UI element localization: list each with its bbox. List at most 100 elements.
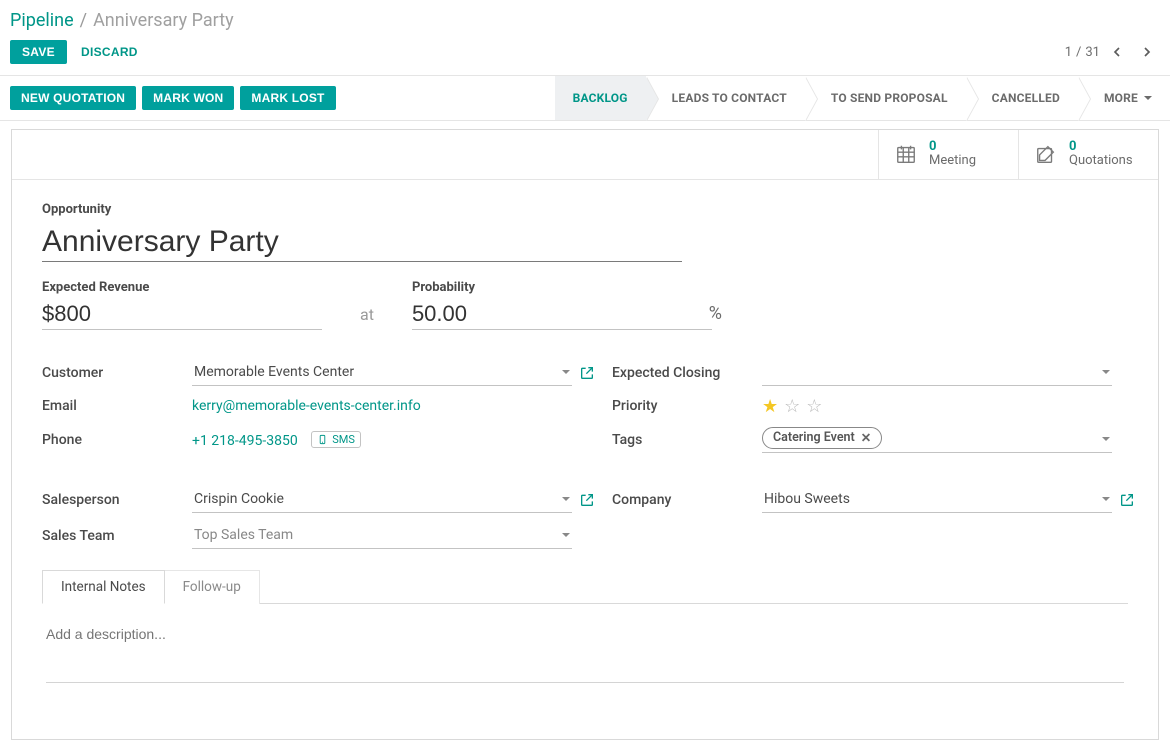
opportunity-name-input[interactable] xyxy=(42,221,682,262)
pager-next-button[interactable] xyxy=(1134,39,1160,65)
pager-position: 1 xyxy=(1065,45,1072,60)
stat-quotations-button[interactable]: 0 Quotations xyxy=(1018,130,1158,179)
expected-revenue-input[interactable] xyxy=(42,299,322,330)
stage-cancelled[interactable]: CANCELLED xyxy=(966,76,1078,120)
probability-label: Probability xyxy=(412,280,722,295)
stat-meeting-count: 0 xyxy=(929,140,976,154)
revenue-probability-row: Expected Revenue at Probability % xyxy=(42,280,1128,330)
tag-chip: Catering Event ✕ xyxy=(762,427,882,449)
company-open-link[interactable] xyxy=(1112,492,1142,508)
breadcrumb-current: Anniversary Party xyxy=(93,10,234,31)
stage-more-button[interactable]: MORE xyxy=(1078,76,1170,120)
priority-star-1[interactable]: ★ xyxy=(762,396,778,417)
tags-input[interactable]: Catering Event ✕ xyxy=(762,427,1112,453)
sheet-wrap: 0 Meeting 0 Quotations Opportunity xyxy=(0,121,1170,748)
expected-closing-input[interactable] xyxy=(762,360,1112,386)
customer-input[interactable] xyxy=(192,360,572,386)
stage-leads-to-contact[interactable]: LEADS TO CONTACT xyxy=(646,76,805,120)
control-bar: SAVE DISCARD 1 / 31 xyxy=(0,35,1170,76)
expected-closing-input-text[interactable] xyxy=(762,363,1112,381)
calendar-icon xyxy=(895,143,917,165)
action-buttons: NEW QUOTATION MARK WON MARK LOST xyxy=(0,76,555,120)
mobile-icon xyxy=(317,434,328,445)
breadcrumb: Pipeline / Anniversary Party xyxy=(0,0,1170,35)
company-input-text[interactable] xyxy=(762,490,1112,508)
salesperson-label: Salesperson xyxy=(42,492,192,508)
stage-label: BACKLOG xyxy=(573,91,628,105)
external-link-icon xyxy=(579,365,595,381)
mark-won-button[interactable]: MARK WON xyxy=(142,86,234,110)
control-left: SAVE DISCARD xyxy=(10,40,138,64)
caret-down-icon xyxy=(1144,96,1152,100)
expected-revenue-field: Expected Revenue xyxy=(42,280,322,330)
save-button[interactable]: SAVE xyxy=(10,40,67,64)
salesperson-open-link[interactable] xyxy=(572,492,602,508)
status-row: NEW QUOTATION MARK WON MARK LOST BACKLOG… xyxy=(0,76,1170,121)
caret-down-icon xyxy=(562,533,570,537)
tag-remove-button[interactable]: ✕ xyxy=(861,430,871,446)
probability-field: Probability % xyxy=(412,280,722,330)
tag-chip-label: Catering Event xyxy=(773,430,855,445)
tab-follow-up[interactable]: Follow-up xyxy=(165,570,260,604)
tab-panel-internal-notes xyxy=(42,603,1128,699)
stat-text: 0 Meeting xyxy=(929,140,976,169)
pager-total: 31 xyxy=(1085,45,1100,60)
new-quotation-button[interactable]: NEW QUOTATION xyxy=(10,86,136,110)
description-input[interactable] xyxy=(46,620,1124,683)
stat-text: 0 Quotations xyxy=(1069,140,1133,169)
percent-sign: % xyxy=(709,303,722,324)
stat-meeting-label: Meeting xyxy=(929,154,976,168)
expected-revenue-label: Expected Revenue xyxy=(42,280,322,295)
caret-down-icon xyxy=(1102,370,1110,374)
company-input[interactable] xyxy=(762,487,1112,513)
stat-meeting-button[interactable]: 0 Meeting xyxy=(878,130,1018,179)
pager-sep: / xyxy=(1076,45,1081,60)
pager-prev-button[interactable] xyxy=(1104,39,1130,65)
company-label: Company xyxy=(612,492,762,508)
stage-to-send-proposal[interactable]: TO SEND PROPOSAL xyxy=(805,76,966,120)
at-text: at xyxy=(352,305,382,330)
tabs-wrap: Internal Notes Follow-up xyxy=(42,569,1128,729)
priority-label: Priority xyxy=(612,398,762,414)
breadcrumb-root-link[interactable]: Pipeline xyxy=(10,10,74,31)
expected-closing-label: Expected Closing xyxy=(612,365,762,381)
stage-backlog[interactable]: BACKLOG xyxy=(555,76,646,120)
stage-label: CANCELLED xyxy=(992,91,1060,105)
priority-stars: ★ ☆ ☆ xyxy=(762,396,1112,417)
sales-team-input[interactable] xyxy=(192,523,572,549)
email-label: Email xyxy=(42,398,192,414)
phone-label: Phone xyxy=(42,432,192,448)
salesperson-input[interactable] xyxy=(192,487,572,513)
customer-open-link[interactable] xyxy=(572,365,602,381)
chevron-left-icon xyxy=(1109,44,1125,60)
tabs: Internal Notes Follow-up xyxy=(42,569,1128,603)
stage-label: TO SEND PROPOSAL xyxy=(831,91,948,105)
tags-label: Tags xyxy=(612,432,762,448)
priority-star-3[interactable]: ☆ xyxy=(806,396,822,417)
sms-button[interactable]: SMS xyxy=(311,431,361,448)
external-link-icon xyxy=(1119,492,1135,508)
stage-bar: BACKLOG LEADS TO CONTACT TO SEND PROPOSA… xyxy=(555,76,1170,120)
customer-input-text[interactable] xyxy=(192,363,572,381)
probability-input[interactable] xyxy=(412,299,712,330)
phone-link[interactable]: +1 218-495-3850 xyxy=(192,433,298,449)
sms-label: SMS xyxy=(332,433,355,446)
customer-label: Customer xyxy=(42,365,192,381)
mark-lost-button[interactable]: MARK LOST xyxy=(240,86,335,110)
sales-team-input-text[interactable] xyxy=(192,526,572,544)
salesperson-input-text[interactable] xyxy=(192,490,572,508)
form-sheet: 0 Meeting 0 Quotations Opportunity xyxy=(11,129,1159,740)
priority-star-2[interactable]: ☆ xyxy=(784,396,800,417)
sales-team-label: Sales Team xyxy=(42,528,192,544)
tab-internal-notes[interactable]: Internal Notes xyxy=(42,570,165,604)
email-link[interactable]: kerry@memorable-events-center.info xyxy=(192,398,421,414)
caret-down-icon xyxy=(1102,497,1110,501)
breadcrumb-sep: / xyxy=(74,10,93,31)
field-grid: Customer Expected Closing Email kerry@me… xyxy=(42,360,1128,549)
pencil-square-icon xyxy=(1035,143,1057,165)
stage-more-label: MORE xyxy=(1104,91,1138,105)
stat-row: 0 Meeting 0 Quotations xyxy=(12,130,1158,180)
pager: 1 / 31 xyxy=(1065,39,1160,65)
external-link-icon xyxy=(579,492,595,508)
discard-button[interactable]: DISCARD xyxy=(81,40,138,64)
